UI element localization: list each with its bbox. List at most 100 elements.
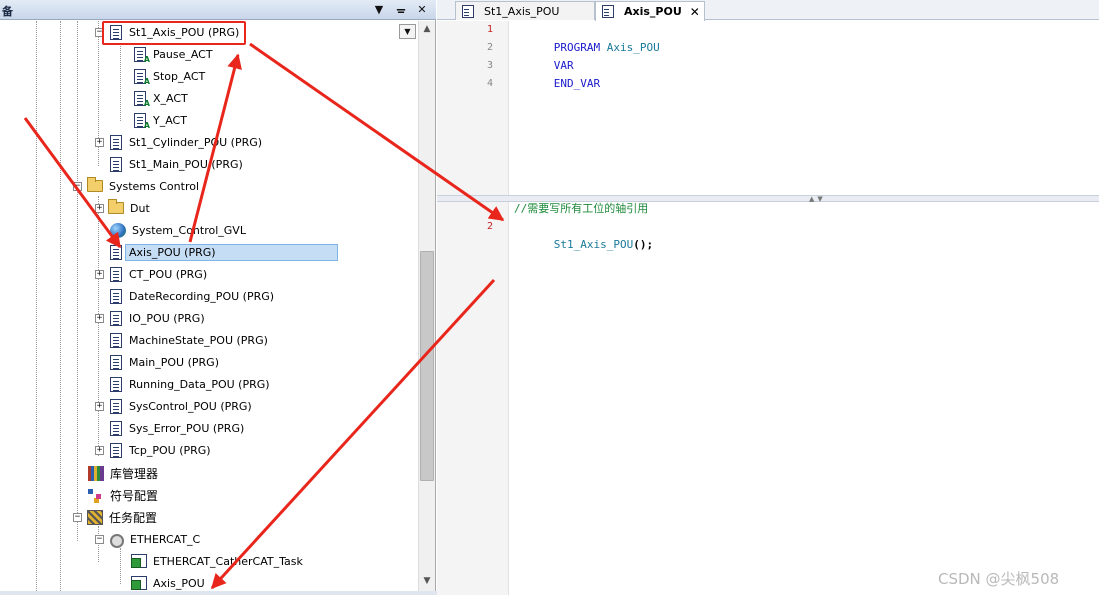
tree-item-library-manager[interactable]: 库管理器	[88, 462, 158, 484]
line-number: 2	[486, 42, 493, 53]
tree-guide	[77, 21, 78, 541]
editor-tabs: St1_Axis_POU Axis_POU ✕	[437, 0, 1099, 21]
tree-item-label: Systems Control	[109, 179, 200, 193]
tree-item-st1-main-pou[interactable]: St1_Main_POU (PRG)	[108, 153, 243, 175]
tree-scrollbar[interactable]: ▲ ▼	[418, 21, 435, 595]
tree-item-label: SysControl_POU (PRG)	[129, 399, 252, 413]
tree-item-x-act[interactable]: X_ACT	[132, 87, 188, 109]
annotation-highlight-box	[102, 21, 246, 45]
expand-icon[interactable]: +	[95, 313, 104, 323]
expand-icon[interactable]: +	[95, 269, 104, 279]
tree-item-main-pou[interactable]: Main_POU (PRG)	[108, 351, 219, 373]
tree-item-label: Main_POU (PRG)	[129, 355, 219, 369]
library-icon	[88, 465, 104, 481]
tree-item-label: Sys_Error_POU (PRG)	[129, 421, 245, 435]
tree-item-dut[interactable]: + Dut	[95, 197, 150, 219]
tree-item-y-act[interactable]: Y_ACT	[132, 109, 187, 131]
action-icon	[134, 68, 150, 86]
collapse-icon[interactable]: −	[95, 534, 104, 544]
tree-item-pause-act[interactable]: Pause_ACT	[132, 43, 213, 65]
chevron-down-icon[interactable]: ▼	[399, 24, 416, 39]
devices-panel: 备 ▼ ᚚ ✕ − St1_Axis_POU (PRG) Pause_ACT S…	[0, 0, 436, 595]
tree-item-system-control-gvl[interactable]: System_Control_GVL	[110, 219, 246, 241]
tree-guide	[120, 43, 121, 121]
tree-item-label: Running_Data_POU (PRG)	[129, 377, 270, 391]
call-name: St1_Axis_POU	[553, 238, 634, 251]
tree-item-task-config[interactable]: − 任务配置	[73, 506, 157, 528]
collapse-icon[interactable]: −	[73, 181, 82, 191]
tree-item-running-data-pou[interactable]: Running_Data_POU (PRG)	[108, 373, 270, 395]
tree-item-label: MachineState_POU (PRG)	[129, 333, 268, 347]
pin-icon[interactable]: ᚚ	[394, 2, 408, 17]
tree-item-label: Dut	[130, 201, 150, 215]
action-icon	[134, 90, 150, 108]
tree-item-ct-pou[interactable]: + CT_POU (PRG)	[95, 263, 207, 285]
line-number: 1	[486, 24, 493, 35]
tree-item-label: Axis_POU (PRG)	[125, 243, 338, 261]
close-icon[interactable]: ✕	[415, 2, 429, 17]
tab-axis-pou[interactable]: Axis_POU ✕	[595, 1, 705, 21]
tree-item-label: Tcp_POU (PRG)	[129, 443, 211, 457]
tab-label: St1_Axis_POU	[484, 4, 560, 18]
program-name: Axis_POU	[606, 41, 660, 54]
tree-item-sys-error-pou[interactable]: Sys_Error_POU (PRG)	[108, 417, 244, 439]
tree-item-systems-control[interactable]: − Systems Control	[73, 175, 199, 197]
close-icon[interactable]: ✕	[690, 5, 700, 19]
code-line: PROGRAM Axis_POU	[514, 21, 660, 54]
doc-icon	[110, 310, 122, 326]
tree-item-syscontrol-pou[interactable]: + SysControl_POU (PRG)	[95, 395, 252, 417]
expand-icon[interactable]: +	[95, 401, 104, 411]
tree-item-label: 任务配置	[109, 510, 158, 525]
implementation-editor[interactable]: //需要写所有工位的轴引用 St1_Axis_POU();	[510, 202, 1099, 595]
doc-icon	[110, 442, 122, 458]
tree-item-label: Pause_ACT	[153, 47, 213, 61]
tree-item-ethercat-task[interactable]: ETHERCAT_CatherCAT_Task	[131, 550, 303, 572]
scroll-down-icon[interactable]: ▼	[421, 575, 433, 587]
tree-item-daterecording-pou[interactable]: DateRecording_POU (PRG)	[108, 285, 274, 307]
tree-item-symbol-config[interactable]: 符号配置	[88, 484, 158, 506]
tree-item-tcp-pou[interactable]: + Tcp_POU (PRG)	[95, 439, 211, 461]
panel-dropdown-icon[interactable]: ▼	[372, 2, 386, 17]
tree-item-label: Axis_POU	[153, 576, 205, 590]
tree-item-label: Y_ACT	[153, 113, 187, 127]
device-tree	[0, 21, 418, 595]
tree-item-label: 符号配置	[110, 488, 159, 503]
doc-icon	[110, 156, 122, 172]
expand-icon[interactable]: +	[95, 445, 104, 455]
declaration-editor[interactable]: PROGRAM Axis_POU VAR END_VAR	[510, 21, 1099, 195]
collapse-icon[interactable]: −	[73, 512, 82, 522]
task-icon	[131, 576, 147, 590]
line-number: 2	[486, 221, 493, 232]
tree-item-stop-act[interactable]: Stop_ACT	[132, 65, 205, 87]
tree-item-st1-cylinder-pou[interactable]: + St1_Cylinder_POU (PRG)	[95, 131, 262, 153]
doc-icon	[110, 420, 122, 436]
expand-icon[interactable]: +	[95, 137, 104, 147]
tree-item-label: X_ACT	[153, 91, 188, 105]
doc-icon	[110, 398, 122, 414]
code-line: VAR	[514, 39, 574, 72]
symbol-icon	[88, 488, 104, 502]
tree-item-ethercat-c[interactable]: − ETHERCAT_C	[95, 528, 200, 550]
tab-label: Axis_POU	[624, 5, 682, 18]
globe-icon	[110, 222, 126, 238]
tree-guide	[36, 21, 37, 595]
tree-item-label: Stop_ACT	[153, 69, 206, 83]
ethercat-icon	[108, 532, 124, 548]
folder-icon	[108, 199, 124, 214]
tree-guide	[60, 21, 61, 595]
tree-item-machinestate-pou[interactable]: MachineState_POU (PRG)	[108, 329, 268, 351]
tree-item-label: 库管理器	[110, 466, 159, 481]
task-icon	[131, 554, 147, 568]
doc-icon	[462, 4, 474, 18]
tree-item-io-pou[interactable]: + IO_POU (PRG)	[95, 307, 205, 329]
tree-item-axis-pou[interactable]: Axis_POU (PRG)	[108, 241, 338, 263]
task-config-icon	[87, 509, 103, 525]
tab-st1-axis-pou[interactable]: St1_Axis_POU	[455, 1, 595, 20]
scrollbar-thumb[interactable]	[420, 251, 434, 481]
doc-icon	[110, 266, 122, 282]
doc-icon	[110, 332, 122, 348]
doc-icon	[110, 354, 122, 370]
scroll-up-icon[interactable]: ▲	[421, 23, 433, 35]
expand-icon[interactable]: +	[95, 203, 104, 213]
tree-item-label: DateRecording_POU (PRG)	[129, 289, 275, 303]
